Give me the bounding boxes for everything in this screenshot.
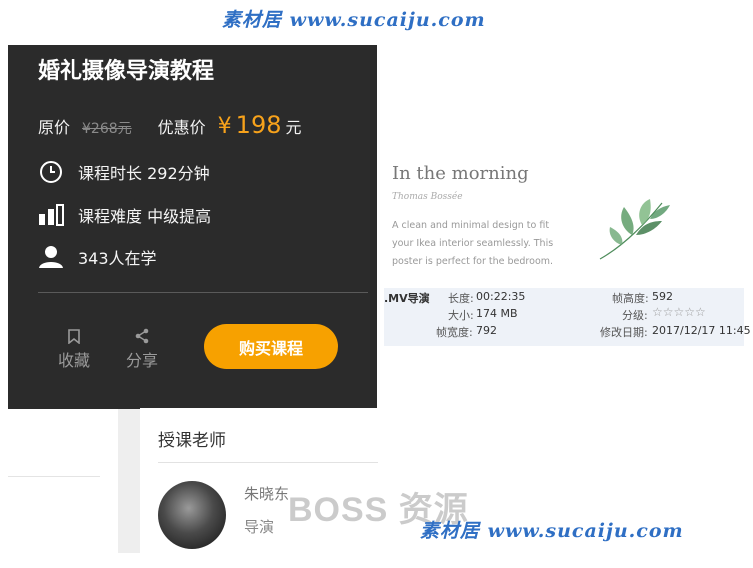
teacher-name[interactable]: 朱晓东 — [244, 483, 289, 504]
teacher-heading: 授课老师 — [158, 431, 226, 451]
watermark-top: 素材居 www.sucaiju.com — [222, 9, 486, 31]
leaf-illustration-icon — [596, 195, 676, 269]
file-name: .MV导演 — [384, 292, 430, 305]
file-metadata-panel: .MV导演 长度: 00:22:35 帧高度: 592 大小: 174 MB 分… — [384, 288, 751, 346]
frame-height-value: 592 — [652, 290, 673, 303]
sidebar-divider — [8, 476, 100, 477]
watermark-bottom: 素材居 www.sucaiju.com — [420, 520, 684, 542]
teacher-divider — [158, 462, 378, 463]
frame-width-value: 792 — [476, 324, 497, 337]
difficulty-row: 课程难度 中级提高 — [38, 203, 211, 227]
poster-title: In the morning — [392, 163, 529, 184]
teacher-role: 导演 — [244, 518, 275, 536]
duration-key: 长度: — [448, 292, 474, 305]
discount-price: 198 — [235, 111, 282, 139]
card-divider — [38, 292, 368, 293]
original-price-label: 原价 — [38, 118, 71, 137]
teacher-section: 授课老师 朱晓东 导演 — [140, 408, 385, 553]
course-title: 婚礼摄像导演教程 — [38, 59, 215, 84]
poster-author: Thomas Bossée — [392, 192, 463, 202]
course-purchase-card: 婚礼摄像导演教程 原价 ¥268元 优惠价 ¥ 198 元 课程时长 292分钟… — [8, 45, 377, 409]
user-icon — [38, 245, 64, 269]
share-label: 分享 — [125, 351, 158, 370]
currency-symbol: ¥ — [217, 114, 232, 139]
share-button[interactable]: 分享 — [122, 325, 162, 371]
difficulty-text: 课程难度 中级提高 — [78, 207, 212, 226]
bars-icon — [38, 203, 64, 227]
favorite-label: 收藏 — [57, 351, 90, 370]
size-value: 174 MB — [476, 307, 518, 320]
price-unit: 元 — [285, 118, 302, 137]
duration-text: 课程时长 292分钟 — [78, 164, 210, 183]
bookmark-icon — [54, 325, 94, 347]
teacher-avatar[interactable] — [158, 481, 226, 549]
buy-course-button[interactable]: 购买课程 — [204, 324, 338, 369]
frame-width-key: 帧宽度: — [436, 326, 473, 339]
discount-price-label: 优惠价 — [157, 118, 206, 137]
learners-text: 343人在学 — [78, 249, 157, 268]
rating-stars[interactable]: ☆☆☆☆☆ — [652, 305, 706, 319]
clock-icon — [38, 160, 64, 184]
share-icon — [122, 325, 162, 347]
duration-value: 00:22:35 — [476, 290, 526, 303]
frame-height-key: 帧高度: — [612, 292, 649, 305]
column-separator — [118, 408, 140, 553]
price-row: 原价 ¥268元 优惠价 ¥ 198 元 — [38, 111, 302, 145]
favorite-button[interactable]: 收藏 — [54, 325, 94, 371]
original-price: ¥268元 — [82, 121, 132, 137]
duration-row: 课程时长 292分钟 — [38, 160, 210, 184]
left-sidebar-fragment — [0, 408, 118, 568]
learners-row: 343人在学 — [38, 245, 157, 269]
modified-date-value: 2017/12/17 11:45 — [652, 324, 751, 337]
poster-preview: In the morning Thomas Bossée A clean and… — [384, 145, 596, 275]
size-key: 大小: — [448, 309, 474, 322]
poster-description: A clean and minimal design to fit your I… — [392, 220, 554, 267]
modified-date-key: 修改日期: — [600, 326, 648, 339]
rating-key: 分级: — [622, 309, 648, 322]
